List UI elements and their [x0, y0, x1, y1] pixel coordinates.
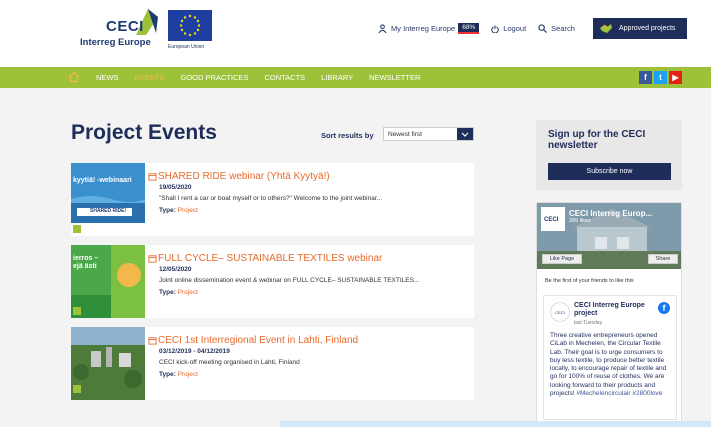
nav-items: News Events Good Practices Contacts Libr… [96, 67, 436, 88]
event-type-label: Type: [159, 207, 176, 214]
my-interreg-link[interactable]: My Interreg Europe 68% [378, 23, 480, 34]
event-title-link[interactable]: FULL CYCLE– SUSTAINABLE TEXTILES webinar [148, 253, 468, 264]
avatar[interactable]: CECI [550, 302, 570, 322]
search-label: Search [551, 24, 575, 33]
subscribe-button[interactable]: Subscribe now [548, 163, 671, 180]
event-card[interactable]: SHARED RIDE! kyytiä! -webinaari SHARED R… [71, 163, 474, 236]
event-description: CECI kick-off meeting organised in Lahti… [159, 359, 300, 366]
search-icon [538, 24, 548, 33]
calendar-icon [148, 255, 157, 263]
sort-select-value: Newest first [388, 130, 422, 138]
event-title: CECI 1st Interregional Event in Lahti, F… [158, 335, 359, 346]
svg-text:SHARED RIDE!: SHARED RIDE! [90, 208, 126, 214]
event-type: Type: Project [159, 289, 468, 296]
newsletter-box: Sign up for the CECI newsletter Subscrib… [536, 120, 682, 190]
post-time[interactable]: last Tuesday [574, 320, 602, 326]
my-interreg-label: My Interreg Europe [391, 24, 456, 33]
event-card[interactable]: CECI 1st Interregional Event in Lahti, F… [71, 327, 474, 400]
approved-projects-label: Approved projects [619, 25, 676, 32]
logout-label: Logout [503, 24, 527, 33]
user-icon [378, 24, 387, 33]
event-title-link[interactable]: SHARED RIDE webinar (Yhtä Kyytyä!) [148, 171, 468, 182]
page-title: Project Events [71, 121, 217, 144]
facebook-post: CECI CECI Interreg Europe project last T… [543, 295, 677, 420]
nav-item-news[interactable]: News [96, 73, 119, 82]
profile-progress-badge: 68% [458, 23, 480, 34]
handshake-icon [600, 24, 612, 33]
post-text: Three creative entrepreneurs opened CiLa… [550, 332, 674, 398]
bottom-strip [280, 421, 711, 427]
logo-program: Interreg Europe [80, 37, 151, 48]
event-date: 12/05/2020 [159, 266, 192, 273]
logout-link[interactable]: Logout [491, 24, 526, 33]
social-links: f t ▶ [639, 71, 684, 84]
facebook-logo-icon: f [658, 302, 670, 314]
event-description: "Shall I rent a car or boat myself or to… [159, 195, 383, 202]
twitter-icon[interactable]: t [654, 71, 667, 84]
event-title-link[interactable]: CECI 1st Interregional Event in Lahti, F… [148, 335, 468, 346]
event-type-value[interactable]: Project [178, 289, 198, 296]
event-date: 03/12/2019 - 04/12/2019 [159, 348, 230, 355]
event-thumbnail-text: ierros – ejä ästi [73, 255, 99, 270]
nav-item-contacts[interactable]: Contacts [264, 73, 305, 82]
calendar-icon [148, 337, 157, 345]
ceci-logo[interactable]: CECI Interreg Europe [80, 7, 160, 57]
main-nav: News Events Good Practices Contacts Libr… [0, 67, 711, 88]
facebook-cover[interactable]: CECI CECI Interreg Europ... 285 likes Li… [537, 203, 681, 269]
event-date: 19/05/2020 [159, 184, 192, 191]
facebook-likes: 285 likes [569, 218, 591, 224]
eu-flag-icon [168, 10, 212, 41]
nav-item-events[interactable]: Events [135, 73, 165, 82]
home-icon[interactable] [68, 71, 80, 83]
top-header: CECI Interreg Europe European Union My I… [0, 0, 711, 67]
facebook-icon[interactable]: f [639, 71, 652, 84]
facebook-widget: CECI CECI Interreg Europ... 285 likes Li… [536, 202, 682, 422]
sort-select[interactable]: Newest first [383, 127, 474, 141]
event-thumbnail: ierros – ejä ästi [71, 245, 145, 318]
event-body: SHARED RIDE webinar (Yhtä Kyytyä!) 19/05… [148, 171, 468, 214]
event-type-value[interactable]: Project [178, 207, 198, 214]
event-description: Joint online dissemination event & webin… [159, 277, 420, 284]
approved-projects-button[interactable]: Approved projects [593, 18, 687, 39]
event-thumbnail: SHARED RIDE! kyytiä! -webinaari [71, 163, 145, 236]
calendar-icon [148, 173, 157, 181]
post-hashtags[interactable]: #Mechelencirculair #2800love [576, 390, 662, 397]
svg-text:CECI: CECI [544, 217, 559, 223]
nav-item-library[interactable]: Library [321, 73, 353, 82]
newsletter-title: Sign up for the CECI newsletter [548, 129, 646, 151]
power-icon [491, 24, 499, 33]
top-links: My Interreg Europe 68% Logout Search [378, 23, 587, 34]
sort-label: Sort results by [321, 131, 374, 140]
event-type-label: Type: [159, 289, 176, 296]
post-body: Three creative entrepreneurs opened CiLa… [550, 332, 667, 398]
event-body: CECI 1st Interregional Event in Lahti, F… [148, 335, 468, 378]
event-thumbnail-text: kyytiä! -webinaari [73, 177, 132, 184]
eu-label: European Union [168, 44, 205, 50]
youtube-icon[interactable]: ▶ [669, 71, 682, 84]
logo-name: CECI [106, 18, 144, 35]
event-card[interactable]: ierros – ejä ästi FULL CYCLE– SUSTAINABL… [71, 245, 474, 318]
post-author[interactable]: CECI Interreg Europe project [574, 302, 654, 318]
event-title: FULL CYCLE– SUSTAINABLE TEXTILES webinar [158, 253, 383, 264]
event-body: FULL CYCLE– SUSTAINABLE TEXTILES webinar… [148, 253, 468, 296]
chevron-down-icon [457, 128, 473, 140]
nav-item-good-practices[interactable]: Good Practices [181, 73, 249, 82]
event-type-label: Type: [159, 371, 176, 378]
event-title: SHARED RIDE webinar (Yhtä Kyytyä!) [158, 171, 330, 182]
facebook-friends-text: Be the first of your friends to like thi… [545, 278, 634, 284]
like-page-button[interactable]: Like Page [542, 254, 582, 264]
search-link[interactable]: Search [538, 24, 575, 33]
event-type: Type: Project [159, 207, 468, 214]
share-button[interactable]: Share [648, 254, 678, 264]
facebook-page-name[interactable]: CECI Interreg Europ... [569, 209, 652, 218]
nav-item-newsletter[interactable]: Newsletter [369, 73, 420, 82]
event-thumbnail [71, 327, 145, 400]
event-type: Type: Project [159, 371, 468, 378]
event-type-value[interactable]: Project [178, 371, 198, 378]
